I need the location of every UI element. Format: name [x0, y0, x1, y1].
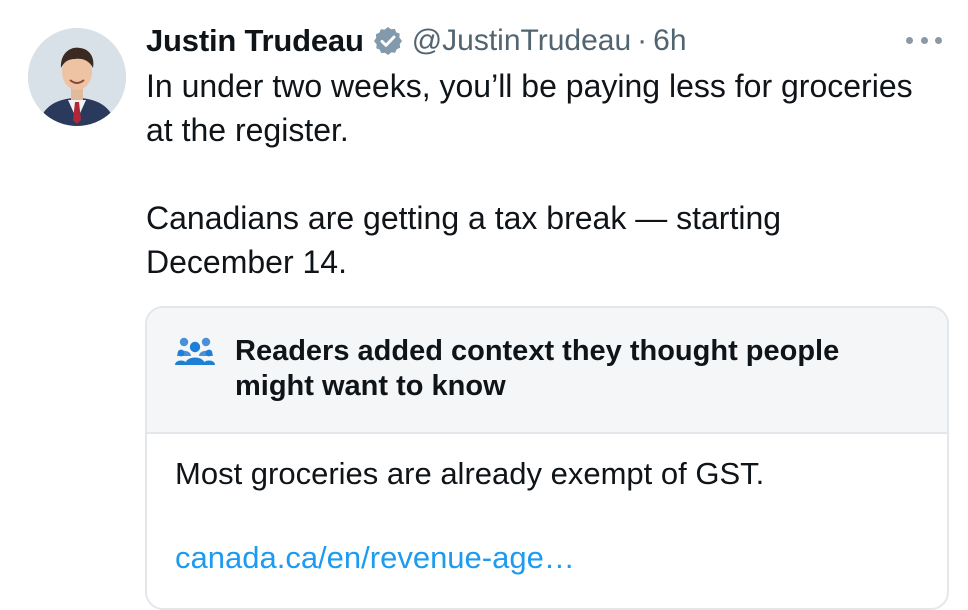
people-icon [175, 334, 215, 368]
tweet[interactable]: Justin Trudeau @JustinTrudeau · 6h In un… [0, 0, 968, 610]
more-dot [920, 36, 928, 44]
author-display-name[interactable]: Justin Trudeau [146, 23, 364, 59]
separator-dot: · [637, 24, 648, 57]
more-dot [906, 36, 913, 44]
tweet-text: In under two weeks, you’ll be paying les… [146, 64, 936, 284]
avatar-image [28, 28, 126, 126]
tweet-paragraph: In under two weeks, you’ll be paying les… [146, 68, 913, 148]
tweet-header: Justin Trudeau @JustinTrudeau · 6h [146, 18, 687, 64]
avatar[interactable] [28, 28, 126, 126]
author-handle[interactable]: @JustinTrudeau [412, 24, 631, 58]
verified-badge-icon[interactable] [372, 25, 404, 57]
community-note-body: Most groceries are already exempt of GST… [175, 456, 765, 491]
community-note[interactable]: Readers added context they thought peopl… [145, 306, 949, 610]
tweet-paragraph: Canadians are getting a tax break — star… [146, 200, 782, 280]
tweet-timestamp[interactable]: 6h [653, 24, 686, 58]
more-options-icon[interactable] [906, 30, 942, 50]
more-dot [935, 36, 942, 44]
community-note-title: Readers added context they thought peopl… [235, 335, 840, 402]
community-note-link[interactable]: canada.ca/en/revenue-age… [175, 538, 575, 578]
community-note-header: Readers added context they thought peopl… [147, 308, 947, 434]
